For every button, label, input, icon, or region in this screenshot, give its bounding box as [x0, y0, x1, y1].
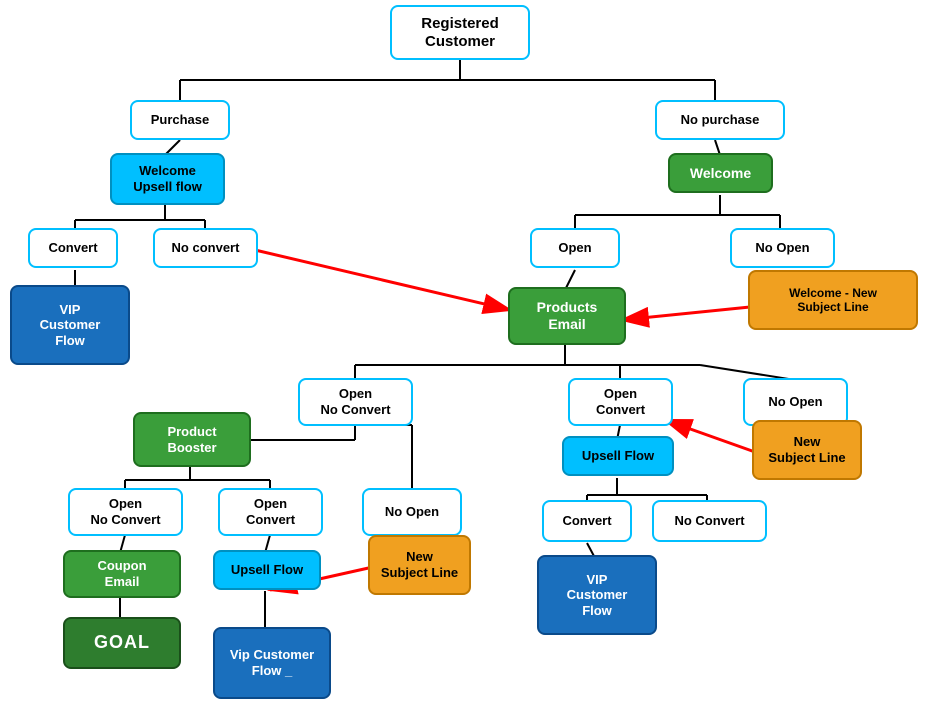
open-no-convert1-node: OpenNo Convert: [298, 378, 413, 426]
purchase-node: Purchase: [130, 100, 230, 140]
new-subject2-node: NewSubject Line: [368, 535, 471, 595]
open1-node: Open: [530, 228, 620, 268]
coupon-email-node: CouponEmail: [63, 550, 181, 598]
convert2-node: Convert: [542, 500, 632, 542]
upsell2-node: Upsell Flow: [213, 550, 321, 590]
no-convert-node: No convert: [153, 228, 258, 268]
open-convert1-node: OpenConvert: [568, 378, 673, 426]
welcome-node: Welcome: [668, 153, 773, 193]
open-convert2-node: OpenConvert: [218, 488, 323, 536]
vip3-node: Vip CustomerFlow _: [213, 627, 331, 699]
open-no-convert2-node: OpenNo Convert: [68, 488, 183, 536]
flow-diagram: RegisteredCustomer Purchase No purchase …: [0, 0, 945, 711]
convert-node: Convert: [28, 228, 118, 268]
no-open1-node: No Open: [730, 228, 835, 268]
upsell1-node: Upsell Flow: [562, 436, 674, 476]
no-purchase-node: No purchase: [655, 100, 785, 140]
vip2-node: VIPCustomerFlow: [537, 555, 657, 635]
welcome-new-subject-node: Welcome - NewSubject Line: [748, 270, 918, 330]
vip1-node: VIPCustomerFlow: [10, 285, 130, 365]
registered-customer-node: RegisteredCustomer: [390, 5, 530, 60]
goal-node: GOAL: [63, 617, 181, 669]
product-booster-node: ProductBooster: [133, 412, 251, 467]
no-convert2-node: No Convert: [652, 500, 767, 542]
products-email-node: ProductsEmail: [508, 287, 626, 345]
no-open3-node: No Open: [362, 488, 462, 536]
new-subject1-node: NewSubject Line: [752, 420, 862, 480]
welcome-upsell-node: WelcomeUpsell flow: [110, 153, 225, 205]
no-open2-node: No Open: [743, 378, 848, 426]
